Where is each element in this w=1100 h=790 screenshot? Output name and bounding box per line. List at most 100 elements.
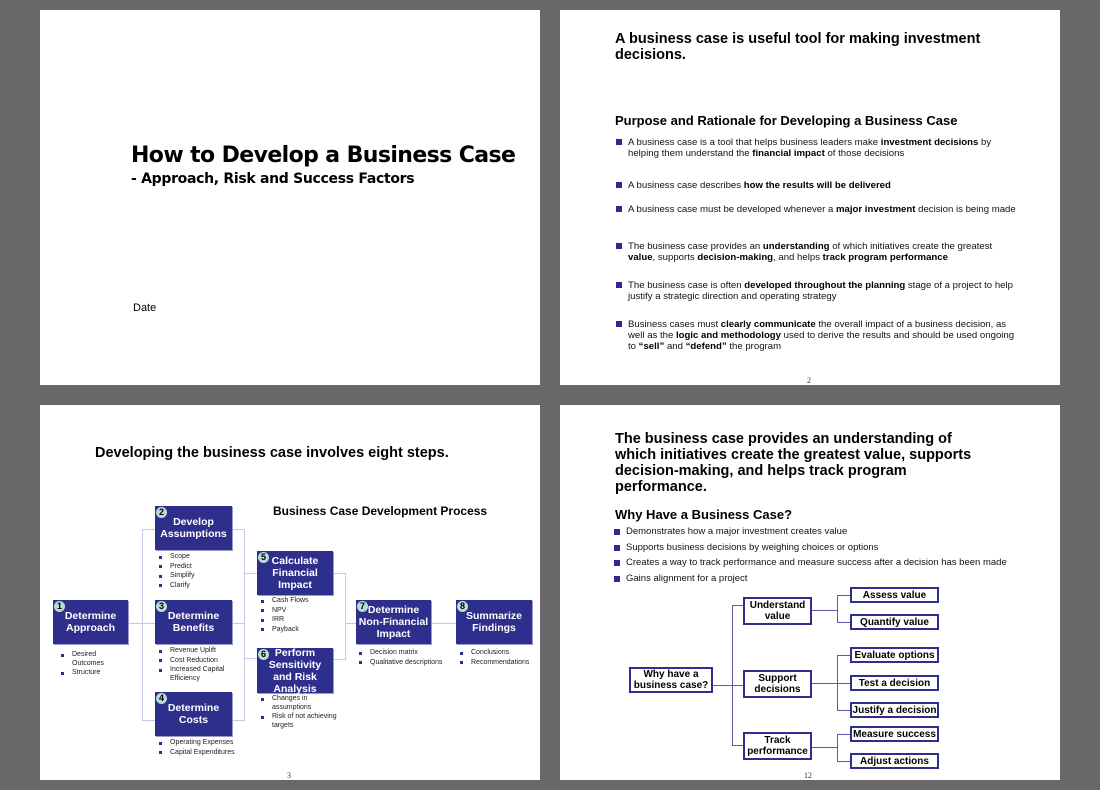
date-label: Date: [133, 302, 157, 314]
step-detail-item: Predict: [156, 563, 236, 572]
tree-branch-node[interactable]: Understand value: [743, 597, 812, 625]
step-detail-item: Revenue Uplift: [156, 647, 236, 656]
bullet-item: A business case describes how the result…: [616, 180, 1018, 191]
step-details: Decision matrix Qualitative descriptions: [356, 649, 446, 668]
step-number-badge: 7: [357, 601, 368, 612]
step-detail-item: Recommendations: [457, 659, 537, 668]
connector: [142, 529, 156, 721]
slide-4-why[interactable]: The business case provides an understand…: [560, 405, 1060, 780]
emphasis-text: logic and methodology: [676, 330, 781, 341]
bullet-item: A business case must be developed whenev…: [616, 204, 1018, 215]
slide-heading: Developing the business case involves ei…: [95, 445, 449, 461]
connector: [244, 658, 257, 659]
presentation-title: How to Develop a Business Case: [131, 143, 516, 168]
tree-root-node[interactable]: Why have a business case?: [629, 667, 713, 693]
step-number-badge: 3: [156, 601, 167, 612]
bullet-text: the program: [726, 341, 782, 352]
tree-leaf-node[interactable]: Test a decision: [850, 675, 939, 691]
tree-branch-node[interactable]: Support decisions: [743, 670, 812, 698]
step-detail-item: Operating Expenses: [156, 739, 236, 748]
bullet-text: , and helps: [773, 252, 823, 263]
bullet-text: , supports: [652, 252, 698, 263]
slide-heading: The business case provides an understand…: [615, 431, 972, 495]
tree-leaf-node[interactable]: Assess value: [850, 587, 939, 603]
step-detail-item: Payback: [258, 626, 338, 635]
step-detail-item: Scope: [156, 553, 236, 562]
tree-leaf-node[interactable]: Justify a decision: [850, 702, 939, 718]
emphasis-text: investment decisions: [880, 137, 979, 148]
presentation-subtitle: - Approach, Risk and Success Factors: [131, 171, 415, 187]
tree-line: [837, 683, 850, 684]
tree-branch-node[interactable]: Track performance: [743, 732, 812, 760]
tree-leaf-node[interactable]: Measure success: [850, 726, 939, 742]
step-detail-item: Cost Reduction: [156, 657, 236, 666]
tree-leaf-node[interactable]: Adjust actions: [850, 753, 939, 769]
step-details: Revenue Uplift Cost Reduction Increased Ca…: [156, 647, 236, 684]
emphasis-text: developed throughout the planning: [744, 280, 906, 291]
bullet-item: Demonstrates how a major investment crea…: [614, 526, 847, 537]
bullet-text: of those decisions: [824, 148, 905, 159]
tree-line: [732, 685, 743, 686]
emphasis-text: “defend”: [685, 341, 727, 352]
page-number: 12: [804, 771, 812, 780]
step-detail-item: Conclusions: [457, 649, 537, 658]
tree-line: [837, 761, 850, 762]
step-detail-item: Qualitative descriptions: [356, 659, 446, 668]
step-details: Changes in assumptions Risk of not achiev…: [258, 695, 338, 731]
bullet-text: and: [664, 341, 686, 352]
connector: [345, 623, 356, 624]
bullet-item: Creates a way to track performance and m…: [614, 557, 1007, 568]
tree-line: [732, 605, 743, 606]
step-detail-item: Changes in assumptions: [258, 695, 338, 712]
tree-line: [837, 595, 838, 623]
bullet-item: Gains alignment for a project: [614, 573, 747, 584]
step-label: Calculate Financial Impact: [271, 555, 319, 591]
emphasis-text: “sell”: [638, 341, 665, 352]
slide-2-purpose[interactable]: A business case is useful tool for makin…: [560, 10, 1060, 385]
step-label: Summarize Findings: [465, 610, 523, 634]
connector: [232, 623, 244, 624]
bullet-item: Supports business decisions by weighing …: [614, 542, 878, 553]
tree-leaf-node[interactable]: Quantify value: [850, 614, 939, 630]
bullet-text: The business case is often: [628, 280, 745, 291]
connector: [244, 573, 257, 574]
step-number-badge: 6: [258, 649, 269, 660]
step-detail-item: Capital Expenditures: [156, 749, 236, 758]
bullet-item: A business case is a tool that helps bus…: [616, 137, 1018, 159]
diagram-title: Business Case Development Process: [273, 504, 488, 518]
step-detail-item: Increased Capital Efficiency: [156, 666, 236, 683]
step-details: Operating Expenses Capital Expenditures: [156, 739, 236, 758]
step-label: Develop Assumptions: [160, 516, 227, 540]
tree-line: [837, 710, 850, 711]
tree-leaf-node[interactable]: Evaluate options: [850, 647, 939, 663]
step-number-badge: 2: [156, 507, 167, 518]
step-details: Desired Outcomes Structure: [58, 651, 128, 679]
page-number: 3: [287, 771, 291, 780]
emphasis-text: understanding: [762, 241, 830, 252]
step-number-badge: 8: [457, 601, 468, 612]
slide-heading: A business case is useful tool for makin…: [615, 31, 981, 63]
emphasis-text: track program performance: [822, 252, 948, 263]
step-label: Determine Benefits: [167, 610, 220, 634]
section-heading: Why Have a Business Case?: [615, 507, 793, 522]
bullet-item: The business case provides an understand…: [616, 241, 1018, 263]
bullet-item: Business cases must clearly communicate …: [616, 319, 1018, 352]
emphasis-text: how the results will be delivered: [743, 180, 891, 191]
tree-line: [837, 734, 850, 735]
emphasis-text: decision-making: [697, 252, 774, 263]
step-detail-item: Desired Outcomes: [58, 651, 128, 668]
step-number-badge: 4: [156, 693, 167, 704]
step-number-badge: 1: [54, 601, 65, 612]
page-number: 2: [807, 376, 811, 385]
slide-3-process[interactable]: Developing the business case involves ei…: [40, 405, 540, 780]
bullet-text: A business case describes: [628, 180, 744, 191]
tree-line: [732, 745, 743, 746]
tree-line: [712, 685, 732, 686]
step-details: Conclusions Recommendations: [457, 649, 537, 668]
slide-1-title[interactable]: How to Develop a Business Case - Approac…: [40, 10, 540, 385]
step-detail-item: IRR: [258, 616, 338, 625]
tree-line: [811, 747, 837, 748]
step-detail-item: Structure: [58, 669, 128, 678]
bullet-text: Business cases must: [628, 319, 721, 330]
step-detail-item: Cash Flows: [258, 597, 338, 606]
